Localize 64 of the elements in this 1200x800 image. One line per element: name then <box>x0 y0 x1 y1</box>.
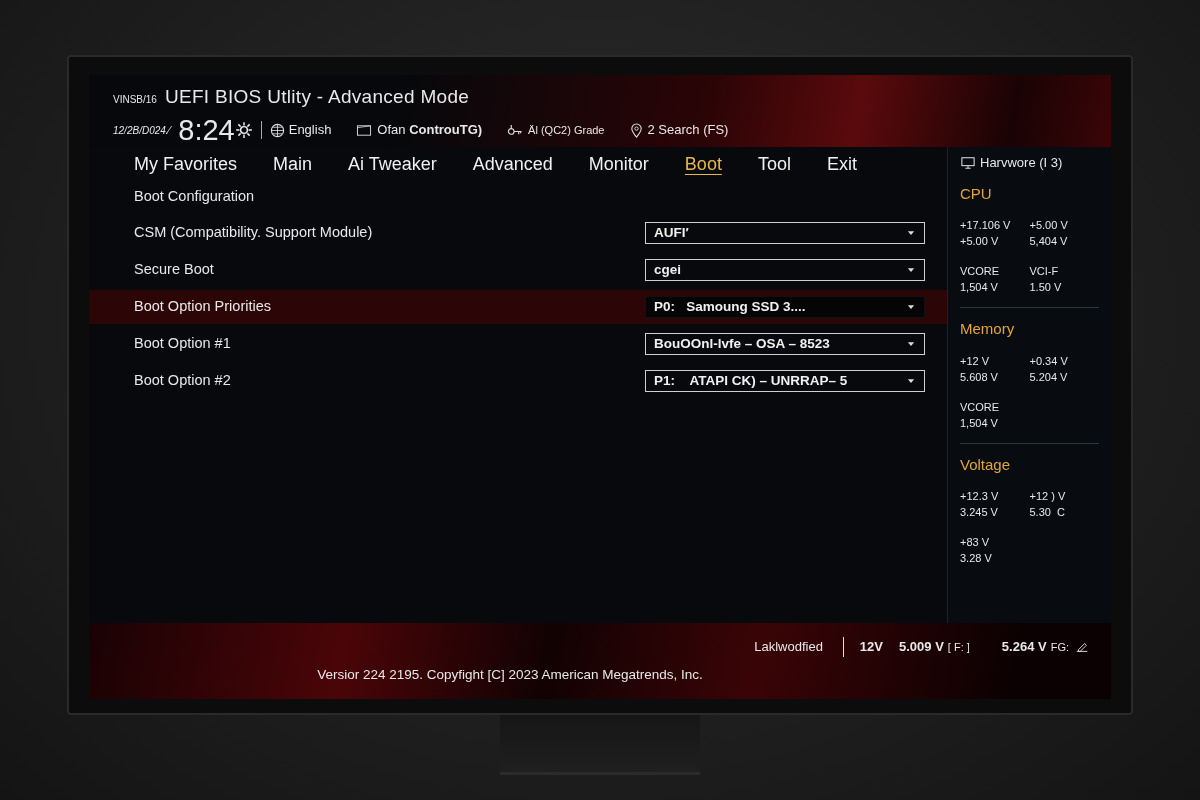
reading-tag: [ F: ] <box>947 638 970 656</box>
model-label: VINSB/16 <box>113 93 157 107</box>
reading-text: +83 V <box>960 535 990 550</box>
toolbar-label: Äl (QC2) Grade <box>528 122 605 138</box>
menu-tab[interactable]: Main <box>273 151 313 178</box>
toolbar-label: English <box>288 121 332 140</box>
dropdown-field[interactable]: AUFI′ <box>645 221 925 244</box>
menu-tab[interactable]: Advanced <box>472 151 553 178</box>
date-text: 12/2B/D024.⁄ <box>113 123 171 138</box>
reading-text: +12 ) V <box>1029 489 1066 504</box>
section-heading: Memory <box>960 319 1016 339</box>
key-icon <box>506 122 525 138</box>
section-heading: Voltage <box>960 454 1012 475</box>
monitor-icon <box>960 155 976 170</box>
voltage-reading: 5.264 V <box>1001 638 1047 657</box>
reading-text: 1.50 V <box>1029 280 1062 295</box>
dropdown-field[interactable]: cgei <box>645 258 925 281</box>
setting-label: Boot Option #1 <box>134 333 231 353</box>
reading-text: 1,504 V <box>960 415 998 431</box>
menu-tab[interactable]: Ai Tweaker <box>348 151 437 178</box>
dropdown-field[interactable]: P1: ATAPI CK) – UNRRAP– 5 <box>645 369 925 392</box>
voltage-rail-label: 12V <box>859 638 883 657</box>
monitor-icon <box>355 122 374 138</box>
reading-text: 5.204 V <box>1029 369 1068 385</box>
reading-text: 5.608 V <box>960 369 998 385</box>
reading-text: +17.106 V <box>960 218 1011 233</box>
section-heading: CPU <box>960 183 993 204</box>
highlighted-setting-row[interactable]: Boot Option Priorities P0: Samoung SSD 3.... <box>89 289 947 324</box>
setting-label: Boot Option Priorities <box>134 296 271 316</box>
section-title: Boot Configuration <box>133 187 256 206</box>
menu-tab[interactable]: Monitor <box>588 151 649 178</box>
reading-text: VCORE <box>960 399 1000 415</box>
reading-text: 1,504 V <box>960 280 998 295</box>
status-text: Laklwodfied <box>754 638 823 657</box>
reading-text: VCI-F <box>1029 264 1059 279</box>
location-pin-icon <box>628 122 644 138</box>
reading-text: +0.34 V <box>1029 353 1068 369</box>
dropdown-field[interactable]: BouOOnl-lvfe – OSA – 8523 <box>645 332 925 355</box>
setting-label: Boot Option #2 <box>134 370 231 390</box>
reading-text: +5.00 V <box>960 234 999 249</box>
voltage-reading: 5.009 V <box>899 638 944 657</box>
setting-label: CSM (Compatibility. Support Module) <box>134 222 373 242</box>
reading-text: 5.30 C <box>1029 505 1065 520</box>
reading-text: +12 V <box>960 353 990 369</box>
menu-tab[interactable]: Tool <box>757 151 791 178</box>
panel-title: Harvwore (I 3) <box>980 154 1063 172</box>
reading-text: +12.3 V <box>960 489 999 504</box>
toolbar-label: Ofan ControuTG) <box>377 121 483 140</box>
reading-text: +5.00 V <box>1029 218 1068 233</box>
reading-tag: FG: <box>1050 638 1069 656</box>
reading-text: 5,404 V <box>1029 234 1068 249</box>
version-text: Versior 224 2195. Copyfight [C] 2023 American Megatrends, Inc. <box>316 666 704 684</box>
reading-text: 3.28 V <box>960 551 992 566</box>
menu-tab[interactable]: Boot <box>684 151 722 178</box>
menu-tab[interactable]: My Favorites <box>134 151 238 178</box>
globe-icon <box>269 122 285 138</box>
setting-label: Secure Boot <box>134 259 214 279</box>
toolbar-label: 2 Search (FS) <box>647 121 729 140</box>
reading-text: 3.245 V <box>960 505 998 520</box>
clock-time: 8:24 <box>178 115 235 145</box>
dropdown-field[interactable]: P0: Samoung SSD 3.... <box>645 295 925 318</box>
window-title: UEFI BIOS Utlity - Advanced Mode <box>164 85 470 109</box>
menu-tab[interactable]: Exit <box>826 151 857 178</box>
reading-text: VCORE <box>960 264 1000 279</box>
